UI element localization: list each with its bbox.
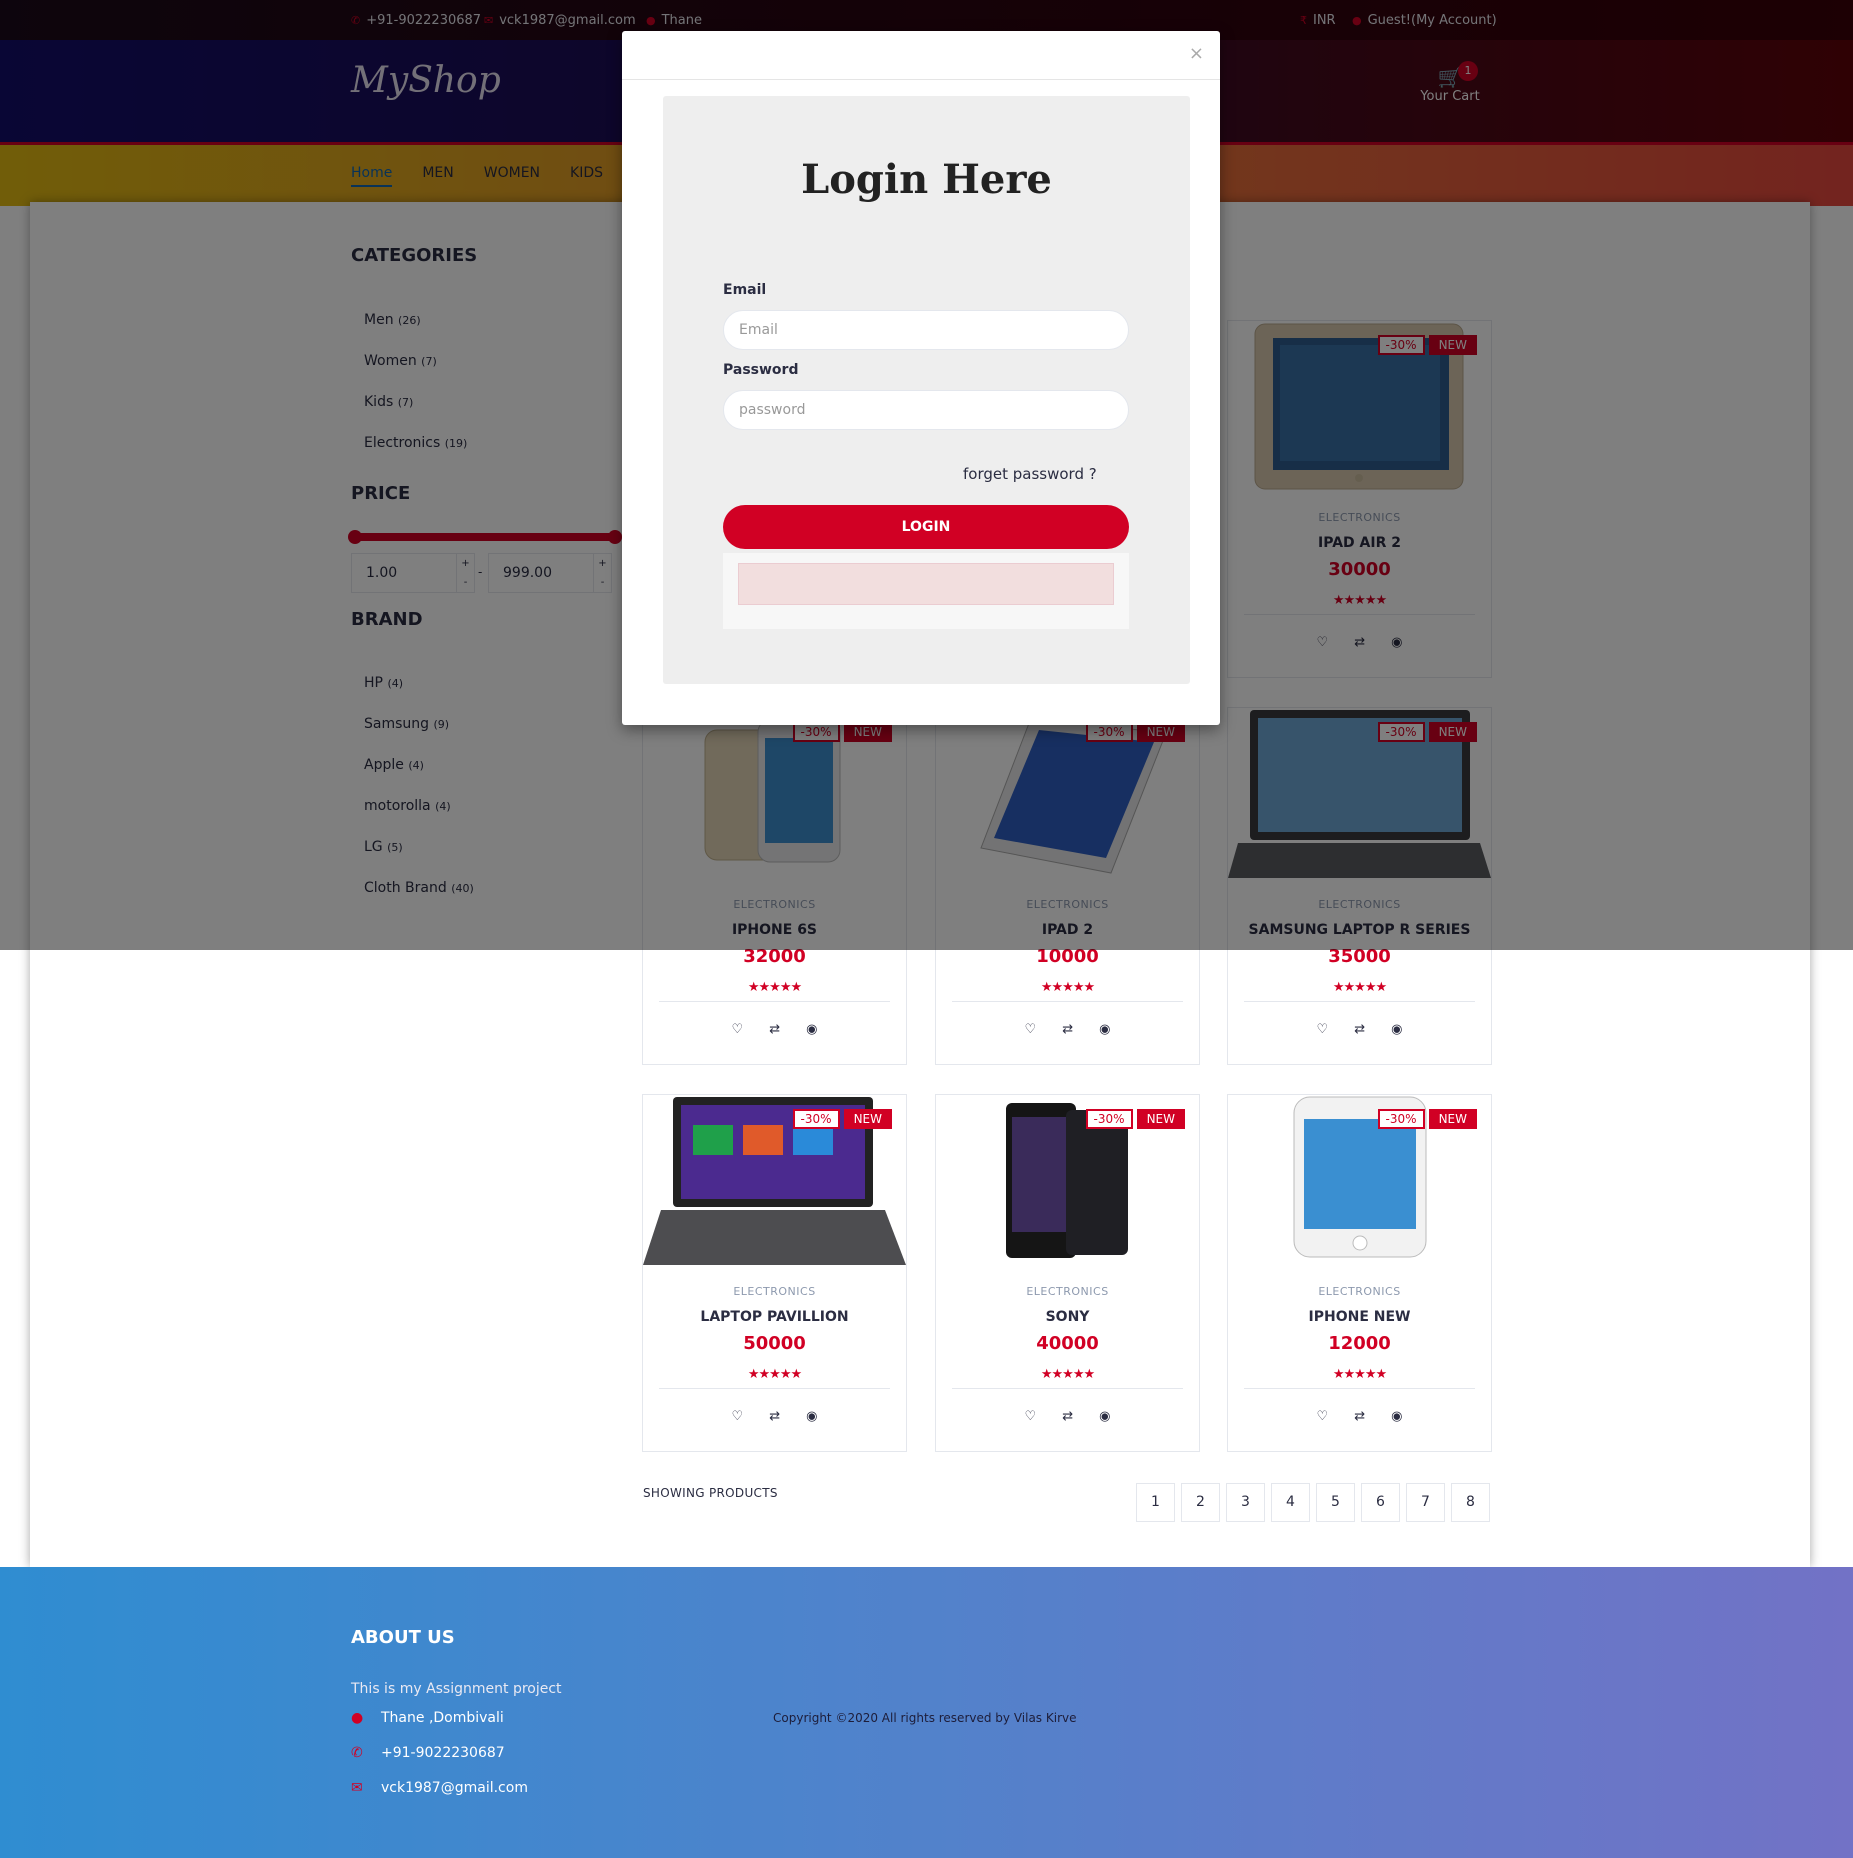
divider [659, 1001, 890, 1002]
product-name[interactable]: SONY [936, 1309, 1199, 1325]
showing-products-label: SHOWING PRODUCTS [643, 1486, 778, 1500]
page-link[interactable]: 3 [1226, 1483, 1265, 1522]
heart-icon[interactable]: ♡ [1317, 1022, 1329, 1037]
envelope-icon: ✉ [351, 1780, 363, 1796]
forget-password-link[interactable]: forget password ? [963, 465, 1097, 483]
page-link[interactable]: 2 [1181, 1483, 1220, 1522]
product-category: ELECTRONICS [733, 1285, 816, 1298]
product-rating: ★★★★★ [1332, 1367, 1387, 1382]
footer-email[interactable]: ✉ vck1987@gmail.com [351, 1780, 528, 1796]
product-price: 40000 [1036, 1333, 1099, 1354]
page-link[interactable]: 6 [1361, 1483, 1400, 1522]
product-card[interactable]: -30% NEW ELECTRONICS LAPTOP PAVILLION 50… [642, 1094, 907, 1452]
page-link[interactable]: 4 [1271, 1483, 1310, 1522]
site-footer: ABOUT US This is my Assignment project ●… [0, 1567, 1853, 1858]
message-area [723, 553, 1129, 629]
heart-icon[interactable]: ♡ [1025, 1409, 1037, 1424]
new-badge: NEW [843, 1109, 892, 1129]
page-link[interactable]: 7 [1406, 1483, 1445, 1522]
exchange-icon[interactable]: ⇄ [1062, 1022, 1073, 1037]
copyright: Copyright ©2020 All rights reserved by V… [773, 1711, 1077, 1725]
page-link[interactable]: 8 [1451, 1483, 1490, 1522]
exchange-icon[interactable]: ⇄ [1354, 1022, 1365, 1037]
email-field[interactable]: Email [723, 310, 1129, 350]
eye-icon[interactable]: ◉ [1391, 1409, 1402, 1424]
product-name[interactable]: IPHONE NEW [1228, 1309, 1491, 1325]
product-price: 12000 [1328, 1333, 1391, 1354]
product-rating: ★★★★★ [1332, 980, 1387, 995]
exchange-icon[interactable]: ⇄ [1354, 1409, 1365, 1424]
heart-icon[interactable]: ♡ [732, 1409, 744, 1424]
about-text: This is my Assignment project [351, 1681, 562, 1697]
phone-icon: ✆ [351, 1745, 363, 1761]
login-form: Login Here Email Email Password password… [663, 96, 1190, 684]
page-link[interactable]: 5 [1316, 1483, 1355, 1522]
sale-badge: -30% [792, 1109, 840, 1129]
eye-icon[interactable]: ◉ [1099, 1022, 1110, 1037]
product-card[interactable]: -30% NEW ELECTRONICS IPHONE NEW 12000 ★★… [1227, 1094, 1492, 1452]
pagination: 1 2 3 4 5 6 7 8 [1136, 1483, 1490, 1522]
heart-icon[interactable]: ♡ [1025, 1022, 1037, 1037]
product-rating: ★★★★★ [747, 1367, 802, 1382]
error-alert [738, 563, 1114, 605]
password-field[interactable]: password [723, 390, 1129, 430]
product-rating: ★★★★★ [1040, 1367, 1095, 1382]
divider [659, 1388, 890, 1389]
eye-icon[interactable]: ◉ [1391, 1022, 1402, 1037]
page-link[interactable]: 1 [1136, 1483, 1175, 1522]
password-label: Password [723, 362, 799, 378]
footer-address: ● Thane ,Dombivali [351, 1710, 504, 1726]
product-name[interactable]: LAPTOP PAVILLION [643, 1309, 906, 1325]
product-category: ELECTRONICS [1026, 1285, 1109, 1298]
modal-header-divider [622, 79, 1220, 80]
login-button[interactable]: LOGIN [723, 505, 1129, 549]
footer-phone[interactable]: ✆ +91-9022230687 [351, 1745, 505, 1761]
close-icon[interactable]: × [1189, 43, 1204, 64]
new-badge: NEW [1136, 1109, 1185, 1129]
login-title: Login Here [801, 156, 1052, 203]
heart-icon[interactable]: ♡ [1317, 1409, 1329, 1424]
about-title: ABOUT US [351, 1627, 455, 1648]
divider [1244, 1001, 1475, 1002]
exchange-icon[interactable]: ⇄ [1062, 1409, 1073, 1424]
map-marker-icon: ● [351, 1710, 364, 1726]
divider [952, 1388, 1183, 1389]
product-price: 50000 [743, 1333, 806, 1354]
new-badge: NEW [1428, 1109, 1477, 1129]
product-rating: ★★★★★ [1040, 980, 1095, 995]
sale-badge: -30% [1377, 1109, 1425, 1129]
exchange-icon[interactable]: ⇄ [769, 1022, 780, 1037]
sale-badge: -30% [1085, 1109, 1133, 1129]
product-rating: ★★★★★ [747, 980, 802, 995]
email-label: Email [723, 282, 767, 298]
heart-icon[interactable]: ♡ [732, 1022, 744, 1037]
eye-icon[interactable]: ◉ [806, 1409, 817, 1424]
eye-icon[interactable]: ◉ [806, 1022, 817, 1037]
divider [1244, 1388, 1475, 1389]
exchange-icon[interactable]: ⇄ [769, 1409, 780, 1424]
product-category: ELECTRONICS [1318, 1285, 1401, 1298]
eye-icon[interactable]: ◉ [1099, 1409, 1110, 1424]
login-modal: × Login Here Email Email Password passwo… [622, 31, 1220, 725]
divider [952, 1001, 1183, 1002]
product-card[interactable]: -30% NEW ELECTRONICS SONY 40000 ★★★★★ ♡ … [935, 1094, 1200, 1452]
